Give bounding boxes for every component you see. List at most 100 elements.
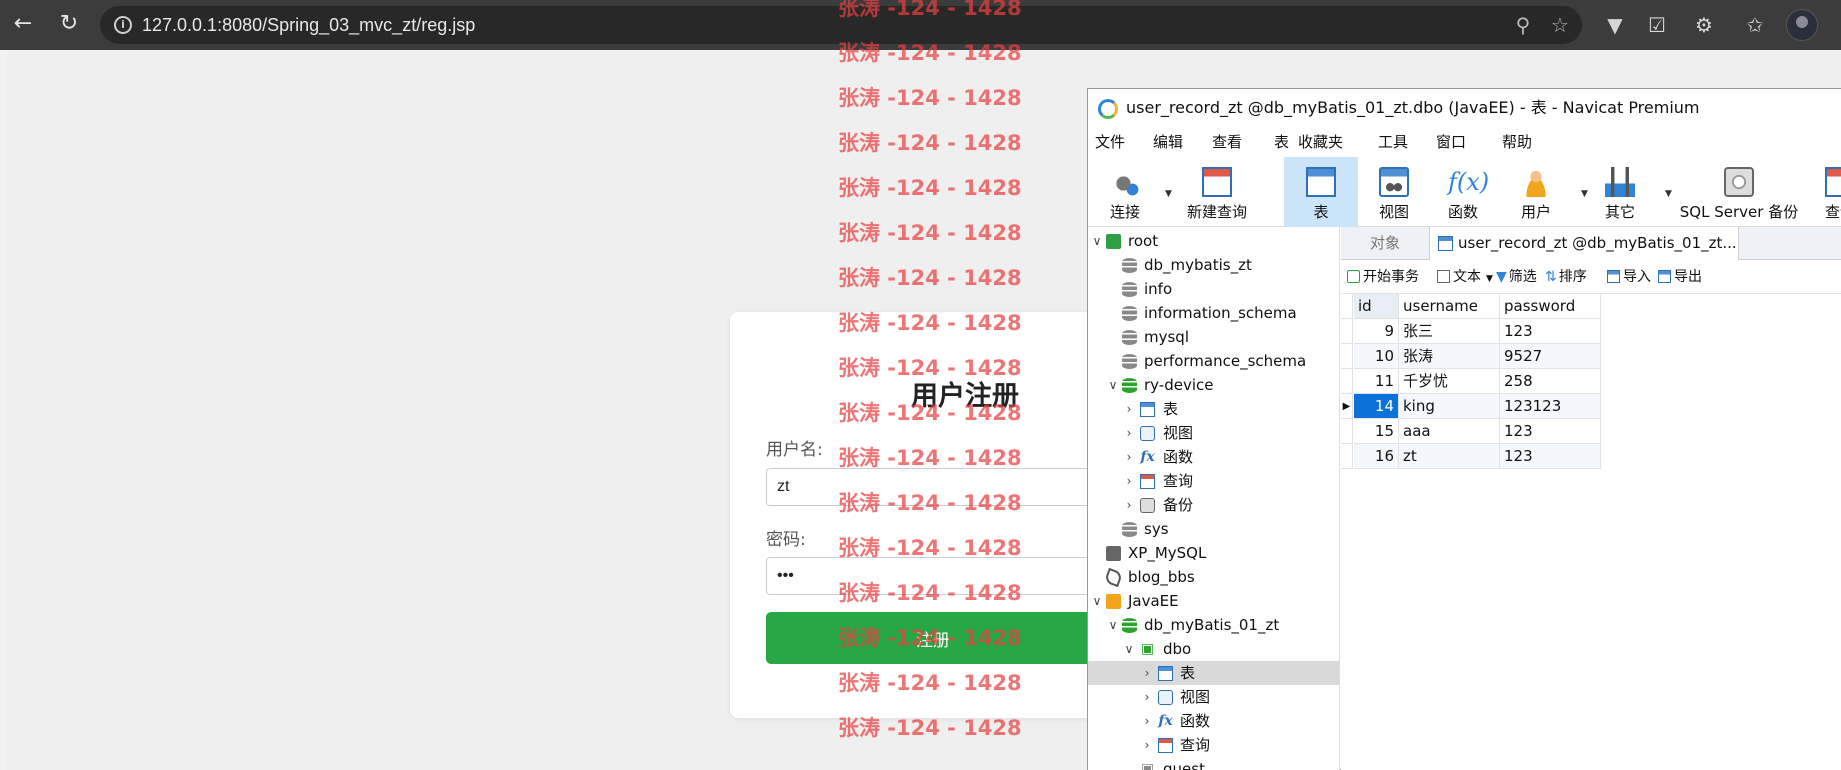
toolbar-sqlserver-backup-button[interactable]: SQL Server 备份: [1674, 157, 1804, 227]
toolbar-query-button[interactable]: 查询: [1810, 157, 1841, 227]
address-url[interactable]: 127.0.0.1:8080/Spring_03_mvc_zt/reg.jsp: [142, 6, 475, 44]
tree-item-dbo-tables[interactable]: › 表: [1088, 661, 1339, 685]
tree-item-xp-mysql[interactable]: XP_MySQL: [1088, 541, 1339, 565]
tree-item-ry-views[interactable]: › 视图: [1088, 421, 1339, 445]
column-header-id[interactable]: id: [1354, 294, 1399, 319]
tree-item-ry-backups[interactable]: › 备份: [1088, 493, 1339, 517]
tree-item-db-mybatis-zt[interactable]: db_mybatis_zt: [1088, 253, 1339, 277]
chevron-right-icon[interactable]: ›: [1140, 709, 1154, 733]
new-query-button[interactable]: 新建查询: [1176, 157, 1258, 227]
info-circle-icon[interactable]: i: [114, 16, 132, 34]
tree-item-db-mybatis-01-zt[interactable]: ∨ db_myBatis_01_zt: [1088, 613, 1339, 637]
tree-item-guest[interactable]: ▣ guest: [1088, 757, 1339, 770]
cell-id[interactable]: 10: [1354, 344, 1399, 369]
cell-password[interactable]: 9527: [1500, 344, 1601, 369]
star-bookmark-icon[interactable]: ☆: [1547, 12, 1573, 38]
other-dropdown-caret-icon[interactable]: ▼: [1665, 189, 1672, 199]
chevron-right-icon[interactable]: ›: [1122, 397, 1136, 421]
tree-item-ry-tables[interactable]: › 表: [1088, 397, 1339, 421]
tab-user-record-zt[interactable]: user_record_zt @db_myBatis_01_zt....: [1429, 227, 1739, 260]
cell-password[interactable]: 123: [1500, 319, 1601, 344]
user-dropdown-caret-icon[interactable]: ▼: [1581, 189, 1588, 199]
tree-item-ry-functions[interactable]: › fx 函数: [1088, 445, 1339, 469]
column-header-password[interactable]: password: [1500, 294, 1601, 319]
cell-password[interactable]: 123: [1500, 444, 1601, 469]
cell-id[interactable]: 9: [1354, 319, 1399, 344]
tree-item-info[interactable]: info: [1088, 277, 1339, 301]
chevron-down-icon[interactable]: ∨: [1106, 613, 1120, 637]
chevron-right-icon[interactable]: ›: [1122, 445, 1136, 469]
tree-item-root[interactable]: ∨ root: [1088, 229, 1339, 253]
menu-file[interactable]: 文件: [1095, 127, 1125, 157]
cell-id[interactable]: 16: [1354, 444, 1399, 469]
toolbar-other-button[interactable]: 其它: [1590, 157, 1650, 227]
cell-id[interactable]: 15: [1354, 419, 1399, 444]
chevron-down-icon[interactable]: ∨: [1090, 229, 1104, 253]
tab-objects[interactable]: 对象: [1341, 227, 1429, 260]
toolbar-table-button[interactable]: 表: [1284, 157, 1358, 227]
chevron-down-icon[interactable]: ∨: [1106, 373, 1120, 397]
row-marker-header: [1341, 294, 1353, 319]
tree-item-performance-schema[interactable]: performance_schema: [1088, 349, 1339, 373]
menu-favorites[interactable]: 收藏夹: [1298, 127, 1343, 157]
connect-button[interactable]: 连接: [1102, 157, 1148, 227]
back-arrow-icon[interactable]: ←: [8, 9, 38, 39]
menu-tools[interactable]: 工具: [1378, 127, 1408, 157]
text-view-button[interactable]: 文本 ▼: [1437, 260, 1493, 294]
menu-table[interactable]: 表: [1274, 127, 1289, 157]
tree-item-ry-queries[interactable]: › 查询: [1088, 469, 1339, 493]
reload-icon[interactable]: ↻: [54, 9, 84, 39]
cell-id[interactable]: 11: [1354, 369, 1399, 394]
chevron-right-icon[interactable]: ›: [1140, 661, 1154, 685]
navicat-titlebar[interactable]: user_record_zt @db_myBatis_01_zt.dbo (Ja…: [1088, 89, 1841, 127]
chevron-down-icon[interactable]: ∨: [1122, 637, 1136, 661]
tree-item-mysql[interactable]: mysql: [1088, 325, 1339, 349]
cell-username[interactable]: zt: [1399, 444, 1500, 469]
chevron-right-icon[interactable]: ›: [1122, 421, 1136, 445]
tree-item-ry-device[interactable]: ∨ ry-device: [1088, 373, 1339, 397]
tree-item-javaee[interactable]: ∨ JavaEE: [1088, 589, 1339, 613]
menu-view[interactable]: 查看: [1212, 127, 1242, 157]
extensions-puzzle-icon[interactable]: ⚙: [1690, 11, 1718, 39]
cell-username[interactable]: king: [1399, 394, 1500, 419]
cell-password[interactable]: 123123: [1500, 394, 1601, 419]
toolbar-view-button[interactable]: 视图: [1364, 157, 1424, 227]
sort-button[interactable]: ⇅ 排序: [1545, 260, 1587, 294]
extension-check-icon[interactable]: ☑: [1643, 11, 1671, 39]
zoom-magnifier-icon[interactable]: ⚲: [1510, 12, 1536, 38]
cell-username[interactable]: 千岁忧: [1399, 369, 1500, 394]
tree-item-dbo[interactable]: ∨ ▣ dbo: [1088, 637, 1339, 661]
filter-button[interactable]: ▼ 筛选: [1496, 260, 1537, 294]
menu-window[interactable]: 窗口: [1436, 127, 1466, 157]
cell-username[interactable]: aaa: [1399, 419, 1500, 444]
address-bar[interactable]: i 127.0.0.1:8080/Spring_03_mvc_zt/reg.js…: [100, 6, 1582, 44]
column-header-username[interactable]: username: [1399, 294, 1500, 319]
cell-password[interactable]: 258: [1500, 369, 1601, 394]
tree-item-dbo-functions[interactable]: › fx 函数: [1088, 709, 1339, 733]
tree-item-sys[interactable]: sys: [1088, 517, 1339, 541]
menu-help[interactable]: 帮助: [1502, 127, 1532, 157]
tree-item-blog-bbs[interactable]: blog_bbs: [1088, 565, 1339, 589]
import-button[interactable]: 导入: [1607, 260, 1651, 294]
toolbar-function-button[interactable]: f(x) 函数: [1432, 157, 1494, 227]
tree-item-dbo-views[interactable]: › 视图: [1088, 685, 1339, 709]
cell-username[interactable]: 张三: [1399, 319, 1500, 344]
chevron-right-icon[interactable]: ›: [1140, 733, 1154, 757]
vue-devtools-icon[interactable]: ▼: [1601, 11, 1629, 39]
export-button[interactable]: 导出: [1658, 260, 1702, 294]
menu-edit[interactable]: 编辑: [1153, 127, 1183, 157]
chevron-right-icon[interactable]: ›: [1122, 493, 1136, 517]
toolbar-user-button[interactable]: 用户: [1506, 157, 1566, 227]
tree-item-dbo-queries[interactable]: › 查询: [1088, 733, 1339, 757]
chevron-down-icon[interactable]: ∨: [1090, 589, 1104, 613]
cell-password[interactable]: 123: [1500, 419, 1601, 444]
cell-username[interactable]: 张涛: [1399, 344, 1500, 369]
cell-id[interactable]: 14: [1354, 394, 1399, 419]
tree-item-information-schema[interactable]: information_schema: [1088, 301, 1339, 325]
chevron-right-icon[interactable]: ›: [1140, 685, 1154, 709]
begin-transaction-button[interactable]: 开始事务: [1347, 260, 1419, 294]
favorites-star-icon[interactable]: ✩: [1741, 11, 1769, 39]
profile-avatar[interactable]: [1786, 9, 1818, 41]
chevron-right-icon[interactable]: ›: [1122, 469, 1136, 493]
connect-dropdown-caret-icon[interactable]: ▼: [1165, 189, 1172, 199]
